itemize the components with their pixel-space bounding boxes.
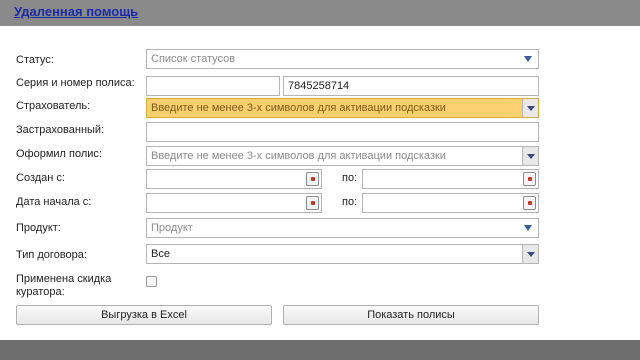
product-label: Продукт:	[16, 222, 61, 234]
start-date-to-label: по:	[342, 196, 358, 208]
discount-checkbox[interactable]	[146, 276, 157, 287]
calendar-icon[interactable]	[306, 172, 319, 186]
status-placeholder: Список статусов	[151, 53, 236, 65]
calendar-icon[interactable]	[306, 196, 319, 210]
show-policies-button[interactable]: Показать полисы	[283, 305, 539, 325]
policy-series-input[interactable]	[146, 76, 280, 96]
created-from-input[interactable]	[146, 169, 322, 189]
created-to-label: по:	[342, 172, 358, 184]
header-bar: Удаленная помощь	[0, 0, 640, 26]
discount-label-line2: куратора:	[16, 286, 65, 298]
chevron-down-icon	[527, 106, 535, 111]
calendar-icon[interactable]	[523, 172, 536, 186]
created-label: Создан с:	[16, 172, 65, 184]
insurer-input[interactable]: Введите не менее 3-х символов для актива…	[146, 98, 539, 118]
insurer-placeholder: Введите не менее 3-х символов для актива…	[151, 102, 446, 114]
start-date-label: Дата начала с:	[16, 196, 92, 208]
contract-type-label: Тип договора:	[16, 249, 87, 261]
contract-type-value: Все	[151, 248, 170, 260]
product-multiselect[interactable]: Продукт	[146, 218, 539, 238]
product-placeholder: Продукт	[151, 222, 193, 234]
dropdown-arrow-icon	[524, 225, 532, 231]
issued-by-input[interactable]: Введите не менее 3-х символов для актива…	[146, 146, 539, 166]
status-multiselect[interactable]: Список статусов	[146, 49, 539, 69]
policy-label: Серия и номер полиса:	[16, 77, 135, 89]
contract-type-select[interactable]: Все	[146, 244, 539, 264]
insured-input[interactable]	[146, 122, 539, 142]
export-excel-button[interactable]: Выгрузка в Excel	[16, 305, 272, 325]
page-title-link[interactable]: Удаленная помощь	[14, 4, 138, 19]
issued-by-placeholder: Введите не менее 3-х символов для актива…	[151, 150, 446, 162]
insurer-label: Страхователь:	[16, 100, 91, 112]
status-label: Статус:	[16, 54, 54, 66]
insurer-dropdown-button[interactable]	[522, 99, 538, 117]
chevron-down-icon	[527, 154, 535, 159]
insured-label: Застрахованный:	[16, 124, 105, 136]
issued-by-label: Оформил полис:	[16, 148, 102, 160]
start-date-to-input[interactable]	[362, 193, 539, 213]
footer-bar	[0, 340, 640, 360]
dropdown-arrow-icon	[524, 56, 532, 62]
contract-type-dropdown-button[interactable]	[522, 245, 538, 263]
start-date-from-input[interactable]	[146, 193, 322, 213]
calendar-icon[interactable]	[523, 196, 536, 210]
created-to-input[interactable]	[362, 169, 539, 189]
discount-label-line1: Применена скидка	[16, 273, 112, 285]
chevron-down-icon	[527, 252, 535, 257]
policy-number-input[interactable]: 7845258714	[283, 76, 539, 96]
issued-by-dropdown-button[interactable]	[522, 147, 538, 165]
